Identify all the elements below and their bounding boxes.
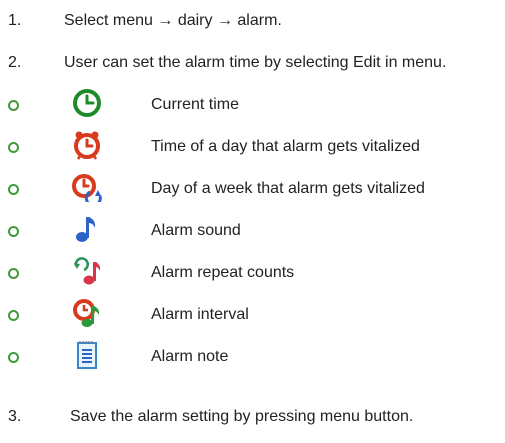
music-note-icon xyxy=(76,217,96,242)
list-item-alarm-repeat: Alarm repeat counts xyxy=(0,254,505,290)
item-label: Day of a week that alarm gets vitalized xyxy=(151,180,425,197)
repeat-note-icon xyxy=(74,257,101,285)
list-item-current-time: Current time xyxy=(0,86,505,122)
step-text: Save the alarm setting by pressing menu … xyxy=(70,408,414,425)
step-1: 1. Select menu → dairy → alarm. xyxy=(0,2,505,38)
step-text: User can set the alarm time by selecting… xyxy=(64,54,447,71)
item-label: Alarm sound xyxy=(151,222,241,239)
bullet-icon xyxy=(8,226,19,237)
bullet-icon xyxy=(8,268,19,279)
item-label: Current time xyxy=(151,96,240,113)
step-number: 1. xyxy=(8,12,22,29)
bullet-icon xyxy=(8,142,19,153)
list-item-alarm-note: Alarm note xyxy=(0,338,505,374)
bullet-icon xyxy=(8,310,19,321)
list-item-alarm-interval: Alarm interval xyxy=(0,296,505,332)
step-number: 3. xyxy=(8,408,22,425)
list-item-alarm-sound: Alarm sound xyxy=(0,212,505,248)
bullet-icon xyxy=(8,352,19,363)
bullet-icon xyxy=(8,100,19,111)
step-3: 3. Save the alarm setting by pressing me… xyxy=(0,398,505,434)
list-item-alarm-time: Time of a day that alarm gets vitalized xyxy=(0,128,505,164)
item-label: Time of a day that alarm gets vitalized xyxy=(151,138,420,155)
step-text: Select menu → dairy → alarm. xyxy=(64,12,282,29)
clock-icon xyxy=(73,89,101,117)
item-label: Alarm note xyxy=(151,348,229,365)
notepad-icon xyxy=(77,341,97,369)
bullet-icon xyxy=(8,184,19,195)
alarm-clock-icon xyxy=(74,131,100,160)
list-item-alarm-day: Day of a week that alarm gets vitalized xyxy=(0,170,505,206)
step-2: 2. User can set the alarm time by select… xyxy=(0,44,505,80)
step-number: 2. xyxy=(8,54,22,71)
interval-note-icon xyxy=(73,299,100,327)
item-label: Alarm interval xyxy=(151,306,249,323)
weekly-clock-icon xyxy=(72,174,102,202)
item-label: Alarm repeat counts xyxy=(151,264,295,281)
